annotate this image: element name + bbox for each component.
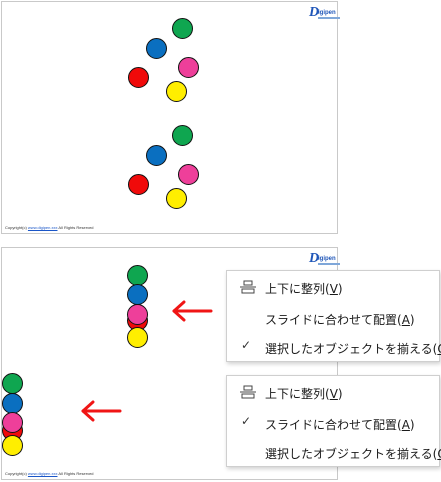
- menu-item-align-selected-objects[interactable]: 選択したオブジェクトを揃える(O): [227, 439, 441, 465]
- menu-item-align-selected-objects[interactable]: ✓ 選択したオブジェクトを揃える(O): [227, 334, 441, 360]
- menu-item-align-middle[interactable]: 上下に整列(V): [227, 274, 439, 300]
- arrow-left-icon: [172, 300, 213, 322]
- copyright-text: Copyright(c) www.digipen.xxx All Rights …: [5, 225, 94, 230]
- menu-item-align-middle[interactable]: 上下に整列(V): [227, 379, 439, 405]
- blue-circle[interactable]: [127, 284, 148, 305]
- align-middle-icon: [240, 385, 256, 399]
- align-middle-icon: [240, 280, 256, 294]
- blue-circle[interactable]: [2, 393, 23, 414]
- digipen-logo: D igipen: [309, 5, 341, 21]
- yellow-circle[interactable]: [166, 188, 187, 209]
- arrow-left-icon: [81, 400, 122, 422]
- yellow-circle[interactable]: [166, 81, 187, 102]
- pink-circle[interactable]: [178, 164, 199, 185]
- align-menu-slide: 上下に整列(V) ✓ スライドに合わせて配置(A) 選択したオブジェクトを揃える…: [226, 375, 441, 467]
- digipen-logo: D igipen: [309, 251, 341, 267]
- copyright-text: Copyright(c) www.digipen.xxx All Rights …: [5, 471, 94, 476]
- green-circle[interactable]: [127, 265, 148, 286]
- slide-before: D igipen Copyright(c) www.digipen.xxx Al…: [1, 1, 341, 234]
- yellow-circle[interactable]: [127, 327, 148, 348]
- align-menu-selected-objects: 上下に整列(V) スライドに合わせて配置(A) ✓ 選択したオブジェクトを揃える…: [226, 270, 441, 362]
- green-circle[interactable]: [172, 18, 193, 39]
- red-circle[interactable]: [128, 174, 149, 195]
- green-circle[interactable]: [172, 125, 193, 146]
- pink-circle[interactable]: [2, 412, 23, 433]
- yellow-circle[interactable]: [2, 435, 23, 456]
- menu-item-align-to-slide[interactable]: スライドに合わせて配置(A): [227, 305, 439, 331]
- blue-circle[interactable]: [146, 145, 167, 166]
- checkmark-icon: ✓: [241, 338, 252, 352]
- pink-circle[interactable]: [127, 304, 148, 325]
- checkmark-icon: ✓: [241, 414, 252, 428]
- red-circle[interactable]: [128, 67, 149, 88]
- pink-circle[interactable]: [178, 57, 199, 78]
- green-circle[interactable]: [2, 373, 23, 394]
- menu-item-align-to-slide[interactable]: ✓ スライドに合わせて配置(A): [227, 410, 439, 436]
- blue-circle[interactable]: [146, 38, 167, 59]
